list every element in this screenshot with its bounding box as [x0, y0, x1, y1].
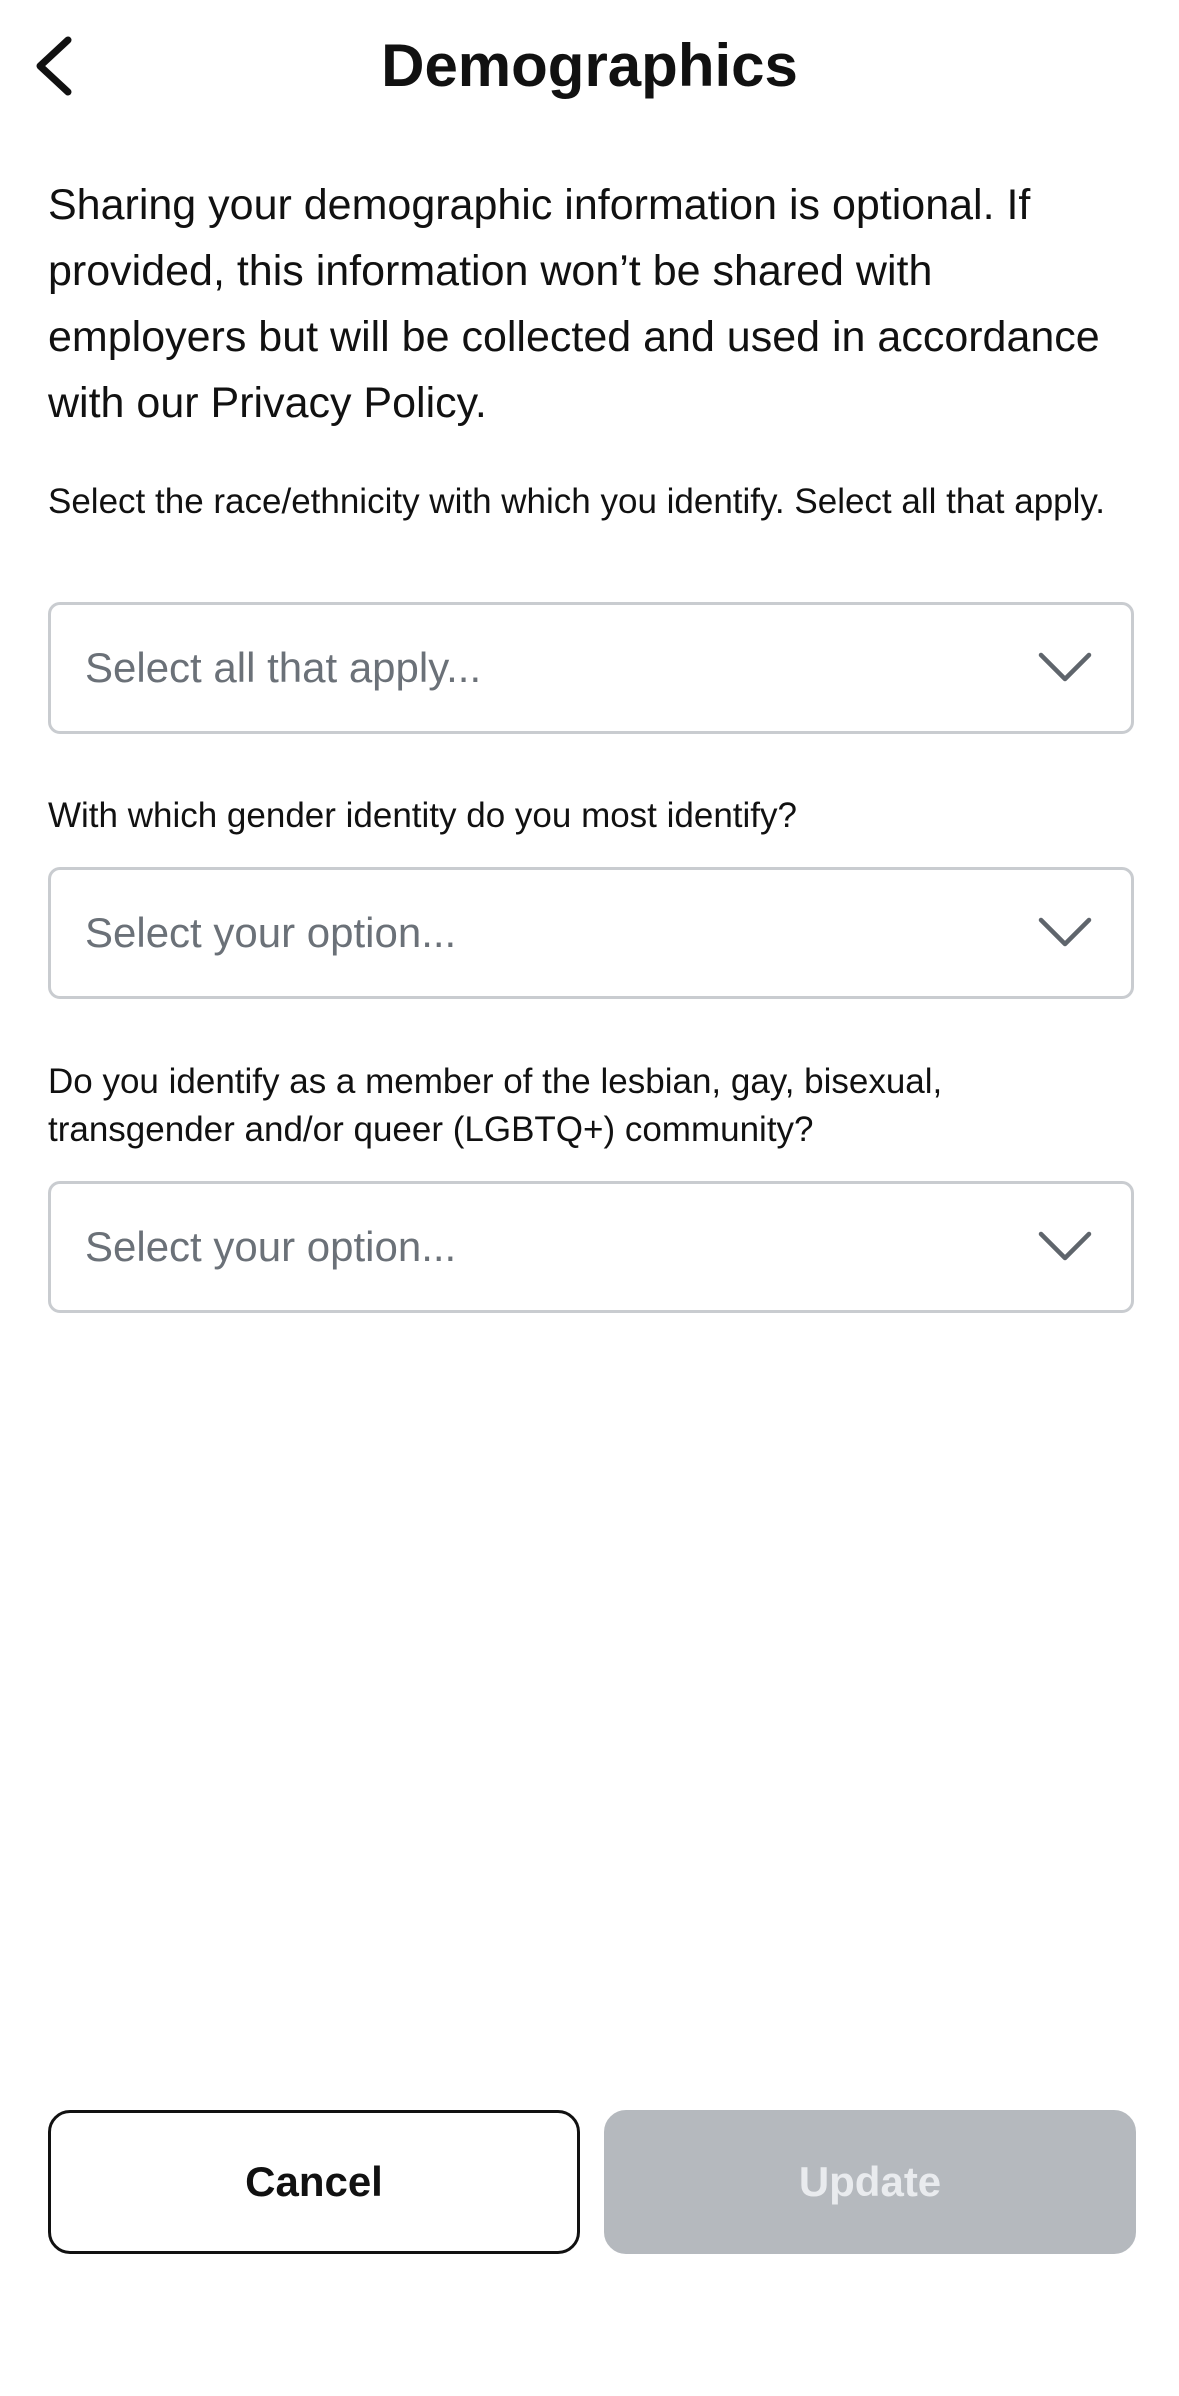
race-ethnicity-select[interactable]: Select all that apply...	[48, 602, 1134, 734]
gender-identity-placeholder: Select your option...	[85, 909, 457, 956]
demographics-screen: Demographics Sharing your demographic in…	[0, 0, 1179, 2396]
race-ethnicity-label: Select the race/ethnicity with which you…	[48, 482, 1106, 521]
header: Demographics	[0, 0, 1179, 132]
chevron-down-icon	[1038, 917, 1092, 947]
chevron-down-icon	[1038, 652, 1092, 682]
page-title: Demographics	[381, 32, 798, 99]
lgbtq-label: Do you identify as a member of the lesbi…	[48, 1062, 943, 1149]
intro-text: Sharing your demographic information is …	[48, 181, 1100, 427]
gender-identity-select[interactable]: Select your option...	[48, 867, 1134, 999]
cancel-button[interactable]: Cancel	[48, 2110, 580, 2254]
chevron-down-icon	[1038, 1231, 1092, 1261]
lgbtq-select[interactable]: Select your option...	[48, 1181, 1134, 1313]
gender-identity-label: With which gender identity do you most i…	[48, 796, 797, 835]
race-ethnicity-placeholder: Select all that apply...	[85, 644, 482, 691]
update-button[interactable]: Update	[604, 2110, 1136, 2254]
lgbtq-placeholder: Select your option...	[85, 1223, 457, 1270]
